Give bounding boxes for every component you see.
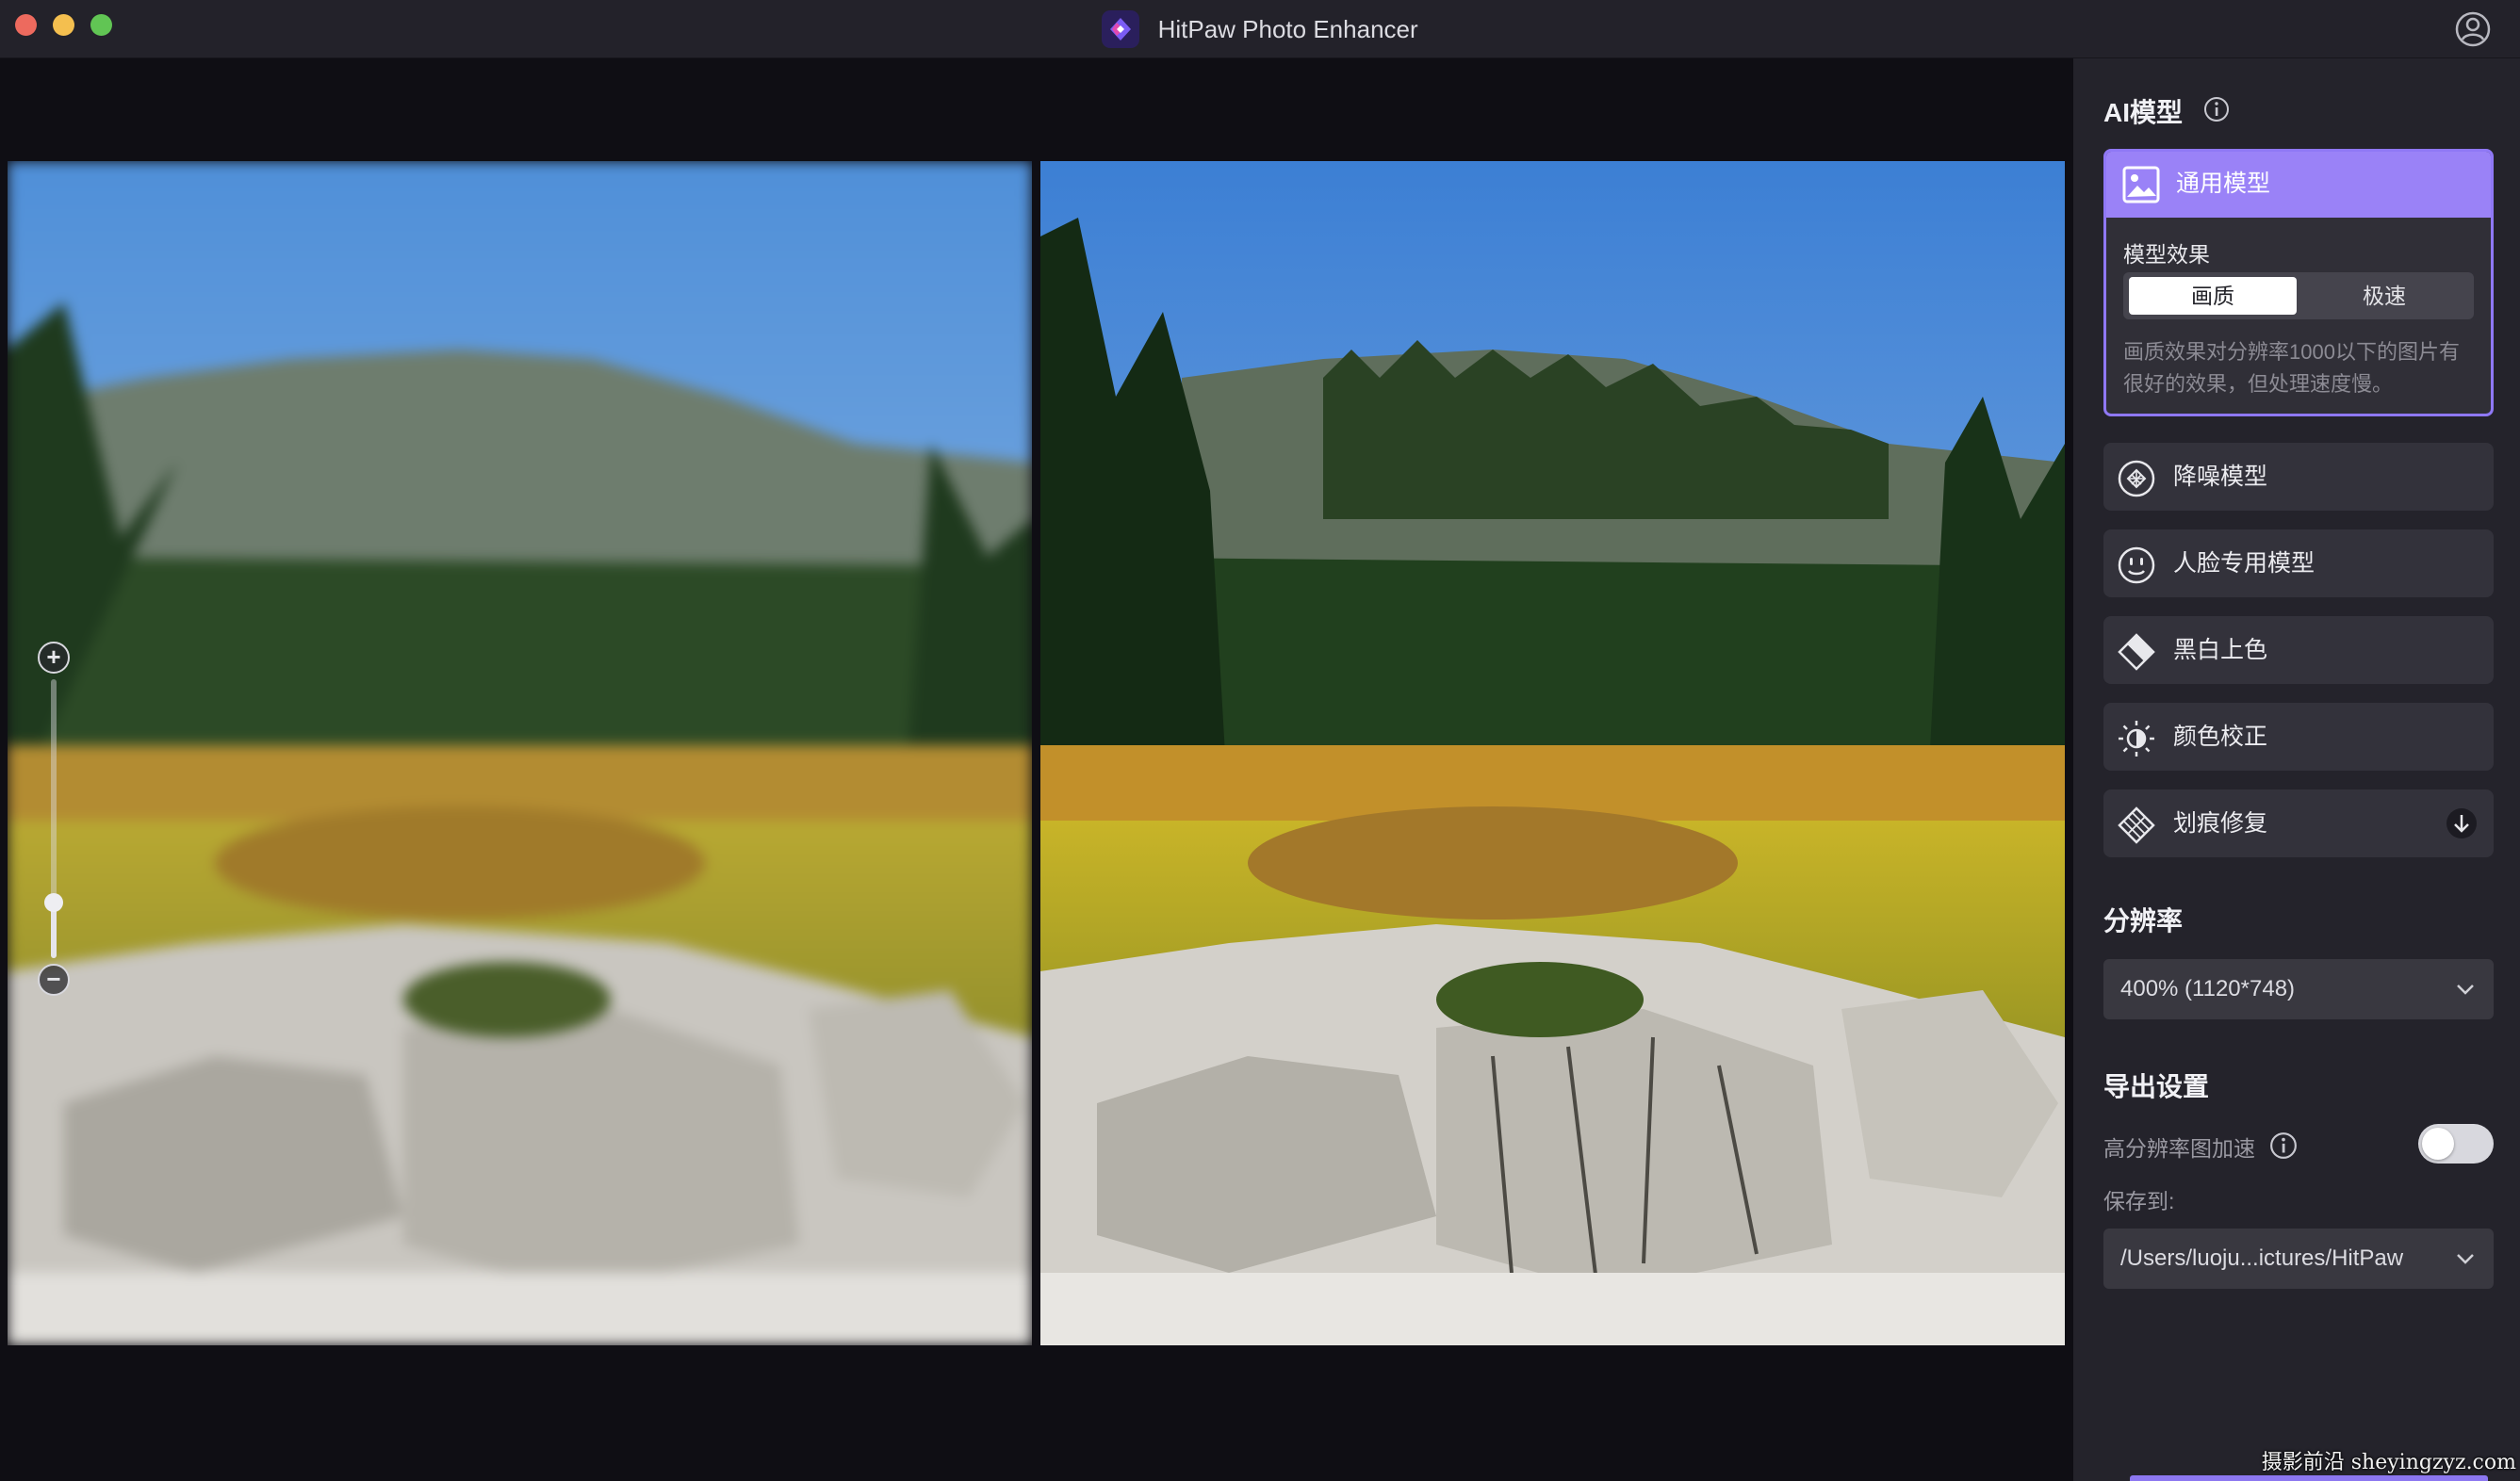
original-photo-image: [8, 161, 1032, 1345]
effect-option-fast[interactable]: 极速: [2300, 277, 2468, 315]
export-settings-title: 导出设置: [2103, 1072, 2210, 1101]
save-path-select[interactable]: /Users/luoju...ictures/HitPaw: [2103, 1229, 2494, 1289]
model-card-color-correction-label: 颜色校正: [2173, 724, 2268, 750]
hires-accel-info-icon[interactable]: [2269, 1131, 2298, 1160]
export-button-edge[interactable]: [2130, 1475, 2488, 1481]
image-icon: [2122, 166, 2160, 203]
preview-canvas: + −: [0, 58, 2073, 1481]
save-path-value: /Users/luoju...ictures/HitPaw: [2120, 1245, 2404, 1271]
model-card-general-header[interactable]: 通用模型: [2106, 152, 2491, 218]
model-card-denoise[interactable]: 降噪模型: [2103, 443, 2494, 511]
brightness-icon: [2119, 721, 2154, 757]
model-effect-segmented: 画质 极速: [2123, 272, 2474, 319]
app-title-text: HitPaw Photo Enhancer: [1157, 15, 1418, 44]
hires-accel-toggle[interactable]: [2418, 1124, 2494, 1164]
title-bar: HitPaw Photo Enhancer: [0, 0, 2520, 58]
model-card-denoise-label: 降噪模型: [2173, 464, 2268, 490]
model-card-general-label: 通用模型: [2176, 171, 2271, 197]
model-card-face-label: 人脸专用模型: [2173, 550, 2315, 577]
window-title: HitPaw Photo Enhancer: [0, 8, 2520, 49]
model-card-color-correction[interactable]: 颜色校正: [2103, 703, 2494, 771]
chevron-down-icon: [2457, 985, 2474, 995]
download-icon[interactable]: [2445, 806, 2479, 840]
effect-option-quality[interactable]: 画质: [2129, 277, 2297, 315]
model-card-face[interactable]: 人脸专用模型: [2103, 529, 2494, 597]
settings-panel: AI模型 通用模型 模型效果 画质 极速 画质效果对分辨率1000以下的图片有很…: [2073, 58, 2520, 1481]
enhanced-photo: [1040, 161, 2065, 1345]
save-to-label: 保存到:: [2103, 1189, 2175, 1213]
chevron-down-icon: [2457, 1254, 2474, 1264]
zoom-control: + −: [38, 642, 70, 996]
scratch-repair-icon: [2118, 806, 2155, 844]
model-card-colorize-label: 黑白上色: [2173, 637, 2268, 663]
model-card-scratch-repair[interactable]: 划痕修复: [2103, 789, 2494, 857]
toggle-knob: [2422, 1128, 2454, 1160]
resolution-select[interactable]: 400% (1120*748): [2103, 959, 2494, 1019]
zoom-out-button[interactable]: −: [38, 964, 70, 996]
user-account-icon[interactable]: [2454, 10, 2492, 48]
ai-model-title: AI模型: [2103, 98, 2184, 127]
model-card-colorize[interactable]: 黑白上色: [2103, 616, 2494, 684]
model-card-scratch-repair-label: 划痕修复: [2173, 810, 2268, 837]
ai-model-info-icon[interactable]: [2203, 96, 2230, 122]
face-icon: [2118, 546, 2155, 584]
model-effect-label: 模型效果: [2123, 242, 2210, 267]
hires-accel-label: 高分辨率图加速: [2103, 1136, 2255, 1161]
zoom-in-button[interactable]: +: [38, 642, 70, 674]
model-effect-description: 画质效果对分辨率1000以下的图片有很好的效果，但处理速度慢。: [2123, 340, 2460, 396]
colorize-icon: [2118, 633, 2155, 671]
model-card-general[interactable]: 通用模型 模型效果 画质 极速 画质效果对分辨率1000以下的图片有很好的效果，…: [2103, 149, 2494, 416]
watermark: 摄影前沿 sheyingzyz.com: [2261, 1451, 2516, 1474]
denoise-icon: [2118, 460, 2155, 497]
zoom-slider-thumb[interactable]: [44, 893, 63, 912]
app-logo-icon: [1102, 10, 1140, 49]
resolution-value: 400% (1120*748): [2120, 976, 2296, 1001]
original-photo: [8, 161, 1032, 1345]
resolution-title: 分辨率: [2103, 906, 2184, 936]
